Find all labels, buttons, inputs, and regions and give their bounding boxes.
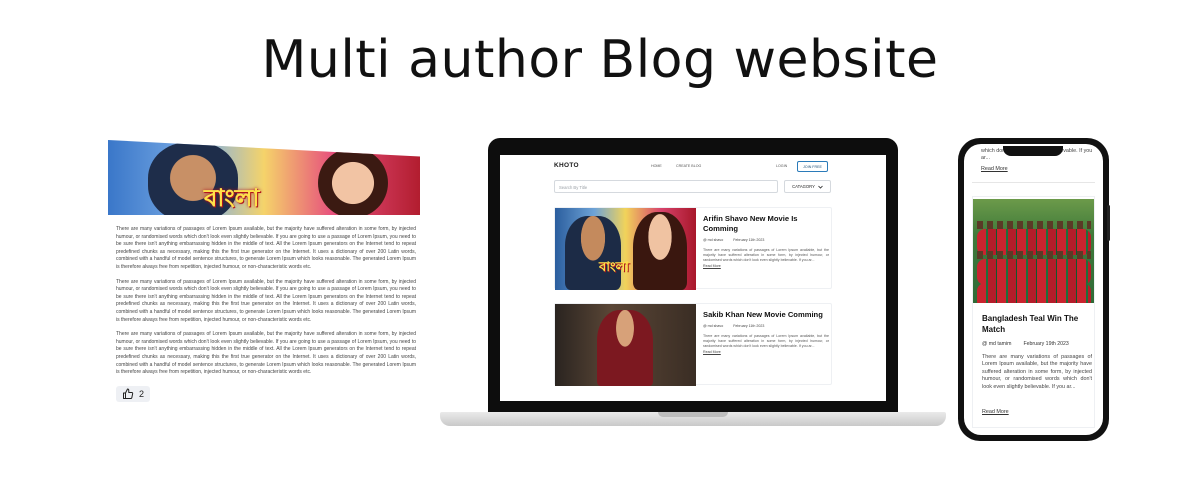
post-excerpt: There are many variations of passages of… <box>703 248 829 262</box>
post-paragraph: There are many variations of passages of… <box>116 278 416 323</box>
like-count: 2 <box>139 389 145 399</box>
post-card[interactable]: বাংলা Arifin Shavo New Movie Is Comming … <box>554 207 832 290</box>
post-date: February 11th 2023 <box>733 324 765 328</box>
team-photo-row <box>977 259 1091 285</box>
read-more-link[interactable]: Read More <box>703 350 829 354</box>
nav-login-link[interactable]: LOGIN <box>776 164 787 168</box>
phone-notch <box>1003 146 1063 156</box>
post-meta: @ md shavo February 11th 2023 <box>703 238 829 242</box>
read-more-link[interactable]: Read More <box>703 264 829 268</box>
post-excerpt: There are many variations of passages of… <box>982 354 1092 390</box>
post-meta: @ md shavo February 11th 2023 <box>703 324 829 328</box>
post-title[interactable]: Arifin Shavo New Movie Is Comming <box>703 214 829 234</box>
post-excerpt: There are many variations of passages of… <box>703 334 829 348</box>
read-more-link[interactable]: Read More <box>981 166 1008 172</box>
post-thumbnail[interactable] <box>973 199 1094 303</box>
like-button[interactable]: 2 <box>116 386 151 402</box>
post-title[interactable]: Bangladesh Teal Win The Match <box>982 313 1092 335</box>
team-photo-row <box>977 283 1091 303</box>
thumbnail-actress-figure <box>633 212 687 290</box>
post-author: @ md shavo <box>703 324 724 328</box>
team-photo-heads <box>977 251 1091 259</box>
chevron-down-icon <box>818 185 823 189</box>
post-card-info: Arifin Shavo New Movie Is Comming @ md s… <box>703 214 829 268</box>
post-thumbnail[interactable] <box>555 304 696 386</box>
thumbnail-logo-text: বাংলা <box>599 260 630 275</box>
post-banner-image: বাংলা <box>108 140 420 215</box>
divider <box>972 182 1095 183</box>
post-date: February 11th 2023 <box>733 238 765 242</box>
post-card-info: Sakib Khan New Movie Comming @ md shavo … <box>703 310 829 354</box>
team-photo-heads <box>977 221 1091 229</box>
brand-logo[interactable]: KHOTO <box>554 162 579 169</box>
post-paragraph: There are many variations of passages of… <box>116 226 416 270</box>
post-card[interactable]: Sakib Khan New Movie Comming @ md shavo … <box>554 303 832 386</box>
post-body: There are many variations of passages of… <box>116 226 416 384</box>
hero-title: Multi author Blog website <box>261 30 939 90</box>
post-card[interactable]: Bangladesh Teal Win The Match @ md tamim… <box>972 196 1095 428</box>
read-more-link[interactable]: Read More <box>982 409 1009 415</box>
category-dropdown[interactable]: CATAGORY <box>784 180 831 193</box>
category-label: CATAGORY <box>792 184 815 189</box>
post-author: @ md tamim <box>982 341 1012 347</box>
banner-logo-text: বাংলা <box>204 184 260 212</box>
join-free-button[interactable]: JOIN FREE <box>797 161 828 172</box>
post-thumbnail[interactable]: বাংলা <box>555 208 696 290</box>
nav-home-link[interactable]: HOME <box>651 164 662 168</box>
phone-side-button <box>1107 205 1110 241</box>
post-date: February 19th 2023 <box>1023 341 1069 347</box>
thumbnail-actor-figure <box>597 310 653 386</box>
phone-screen: which don't look even slightly believabl… <box>964 144 1103 435</box>
thumbs-up-icon <box>123 388 134 399</box>
laptop-trackpad-notch <box>658 412 728 417</box>
banner-actress-figure <box>318 148 388 215</box>
post-title[interactable]: Sakib Khan New Movie Comming <box>703 310 829 320</box>
navbar: KHOTO HOME CREATE BLOG LOGIN JOIN FREE <box>500 155 886 177</box>
nav-create-blog-link[interactable]: CREATE BLOG <box>676 164 701 168</box>
post-author: @ md shavo <box>703 238 724 242</box>
post-meta: @ md tamim February 19th 2023 <box>982 341 1069 347</box>
laptop-screen: KHOTO HOME CREATE BLOG LOGIN JOIN FREE S… <box>500 155 886 401</box>
post-paragraph: There are many variations of passages of… <box>116 331 416 376</box>
search-input[interactable]: Search By Title <box>554 180 778 193</box>
post-detail-preview: বাংলা There are many variations of passa… <box>108 140 420 430</box>
